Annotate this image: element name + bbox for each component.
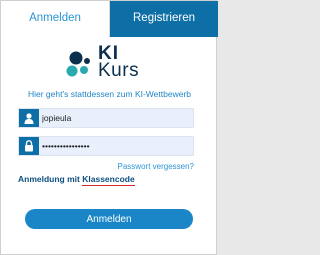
tab-login[interactable]: Anmelden	[1, 1, 110, 37]
tab-bar: Anmelden Registrieren	[1, 1, 218, 37]
username-field-group	[18, 108, 194, 128]
user-icon	[19, 109, 39, 127]
logo-text-kurs: Kurs	[98, 60, 140, 81]
logo-mark-icon	[66, 51, 90, 77]
class-code-highlight: Klassencode	[82, 174, 135, 184]
ki-kurs-logo: KI Kurs	[65, 43, 165, 83]
username-input[interactable]	[42, 109, 192, 127]
tab-register[interactable]: Registrieren	[110, 1, 218, 37]
login-button[interactable]: Anmelden	[25, 209, 193, 229]
lock-icon	[19, 137, 39, 155]
forgot-password-link[interactable]: Passwort vergessen?	[118, 162, 194, 171]
class-code-login-link[interactable]: Anmeldung mit Klassencode	[18, 174, 135, 184]
class-code-login-prefix: Anmeldung mit	[18, 174, 83, 184]
login-card: Anmelden Registrieren KI Kurs Hier geht'…	[0, 0, 218, 255]
password-field-group	[18, 136, 194, 156]
password-input[interactable]	[42, 137, 192, 155]
competition-link[interactable]: Hier geht's stattdessen zum KI-Wettbewer…	[1, 89, 218, 99]
